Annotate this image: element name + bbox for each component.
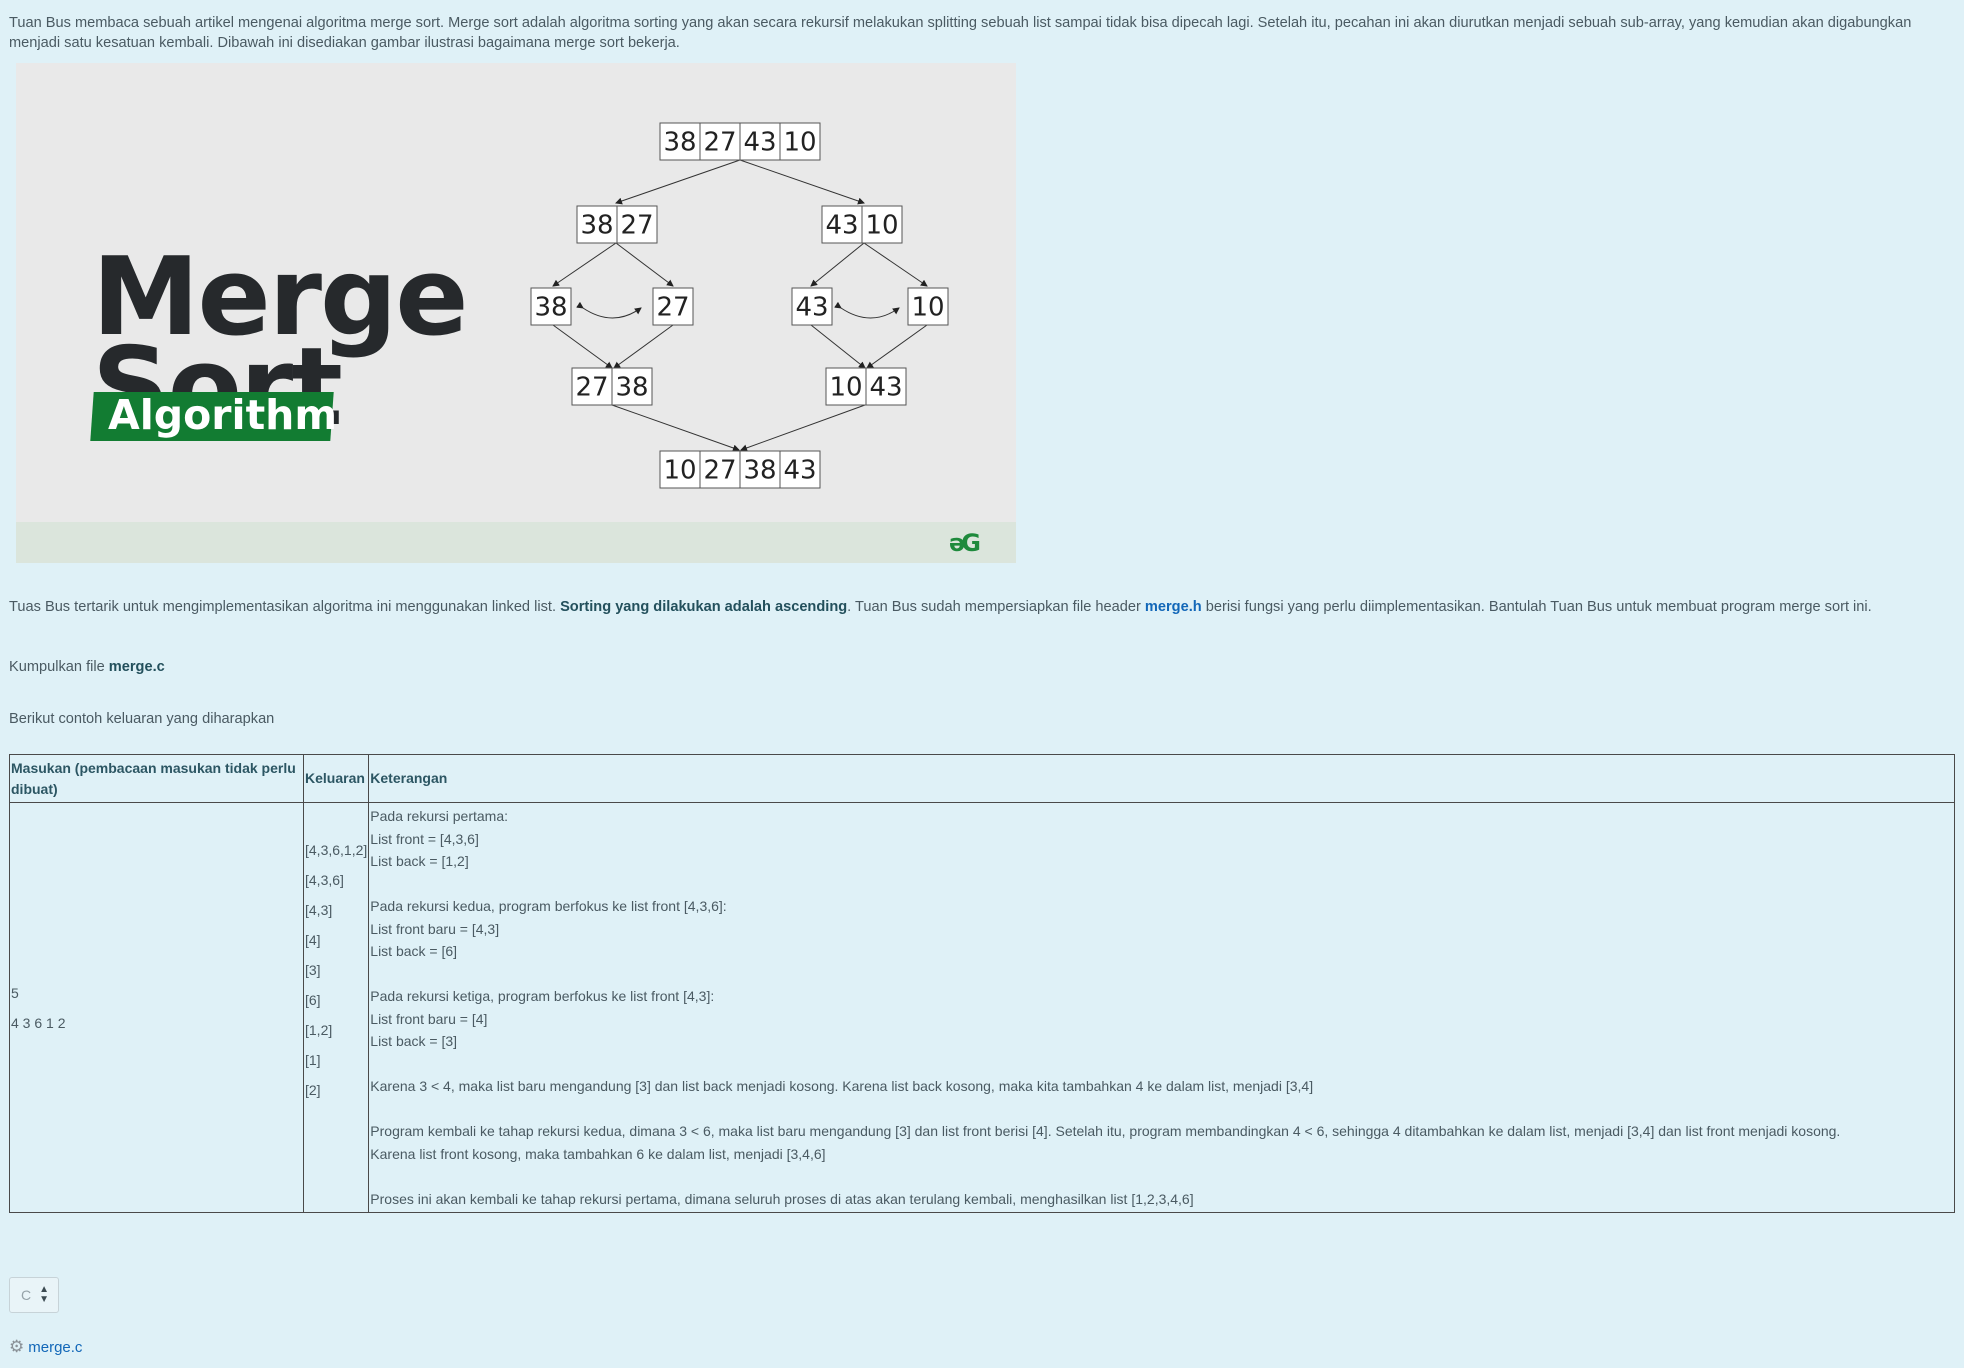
tree-edge [740, 404, 866, 452]
keterangan-line: List front = [4,3,6] [370, 830, 479, 847]
output-line: [4,3,6,1,2] [305, 842, 368, 858]
level2-cell-value: 43 [795, 293, 828, 323]
merge-sort-illustration: Merge Sort Algorithm 38 27 43 10 38 27 43 10 38 2… [16, 63, 1016, 563]
input-cell: 5 4 3 6 1 2 [9, 802, 304, 1213]
keterangan-line: List back = [1,2] [370, 853, 469, 869]
submit-file-name: merge.c [108, 659, 165, 675]
keterangan-line [370, 873, 1953, 896]
level4-cell-value: 10 [663, 456, 696, 486]
tree-edge [615, 159, 741, 205]
keterangan-line: Pada rekursi ketiga, program berfokus ke… [370, 988, 715, 1004]
select-arrows-icon: ▲ ▼ [39, 1284, 49, 1305]
submit-prefix: Kumpulkan file [9, 659, 109, 675]
level0-cell-value: 10 [783, 128, 816, 158]
level0-cell-value: 38 [663, 128, 696, 158]
level1-right-cell-value: 10 [865, 211, 898, 241]
description-text-1: Tuas Bus tertarik untuk mengimplementasi… [9, 599, 561, 615]
tree-edge [810, 242, 865, 287]
tree-edge [863, 242, 928, 287]
output-cell: [4,3,6,1,2] [4,3,6] [4,3] [4] [3] [6] [1… [302, 802, 370, 1213]
output-line: [4,3,6] [305, 872, 344, 888]
output-line: [6] [305, 992, 321, 1008]
input-line: 4 3 6 1 2 [11, 1014, 66, 1031]
header-keterangan: Keterangan [368, 754, 1955, 803]
tree-edge [552, 242, 617, 287]
keterangan-line: List front baru = [4] [370, 1010, 488, 1027]
level2-cell-value: 10 [911, 293, 944, 323]
level4-cell-value: 27 [703, 456, 736, 486]
keterangan-line: Pada rekursi pertama: [370, 808, 509, 824]
intro-paragraph: Tuan Bus membaca sebuah artikel mengenai… [9, 15, 1912, 51]
keterangan-line [370, 1053, 1953, 1076]
tree-edge [739, 159, 865, 205]
level4-cell-value: 38 [743, 456, 776, 486]
output-line: [4] [305, 932, 321, 948]
level3-left-cell-value: 38 [615, 373, 648, 403]
keterangan-line: Karena list front kosong, maka tambahkan… [370, 1145, 826, 1162]
keterangan-line: List back = [3] [370, 1033, 458, 1049]
level2-cell-value: 38 [534, 293, 567, 323]
level1-left-cell-value: 27 [620, 211, 653, 241]
tree-edge [810, 324, 866, 369]
merge-sort-tree-diagram: 38 27 43 1038 27 43 1038 27 43 1027 38 10 4310 27 38 43 [530, 122, 949, 489]
input-line: 5 [11, 984, 19, 1001]
header-masukan: Masukan (pembacaan masukan tidak perlu d… [9, 754, 304, 803]
merge-h-link[interactable]: merge.h [1145, 599, 1202, 615]
illustration-footer [16, 522, 1016, 563]
level3-left-cell-value: 27 [575, 373, 608, 403]
keterangan-line: List front baru = [4,3] [370, 920, 500, 937]
keterangan-cell: Pada rekursi pertama: List front = [4,3,… [368, 802, 1955, 1213]
description-text-2: . Tuan Bus sudah mempersiapkan file head… [847, 599, 1145, 615]
level1-right-cell-value: 43 [825, 211, 858, 241]
output-line: [2] [305, 1082, 321, 1098]
attachment-row: ⚙ merge.c [9, 1337, 82, 1357]
level2-cell-value: 27 [656, 293, 689, 323]
level4-cell-value: 43 [783, 456, 816, 486]
keterangan-line: List back = [6] [370, 943, 458, 959]
tree-edge [552, 324, 613, 369]
tree-edge [615, 242, 674, 287]
description-text-3: berisi fungsi yang perlu diimplementasik… [1201, 599, 1872, 615]
tree-edge [613, 324, 674, 369]
level0-cell-value: 43 [743, 128, 776, 158]
output-line: [1] [305, 1052, 321, 1068]
table-header-row: Masukan (pembacaan masukan tidak perlu d… [9, 754, 1955, 803]
level1-left-cell-value: 38 [580, 211, 613, 241]
gear-icon: ⚙ [9, 1337, 25, 1356]
keterangan-line: Karena 3 < 4, maka list baru mengandung … [370, 1078, 1314, 1094]
table-row: 5 4 3 6 1 2 [4,3,6,1,2] [4,3,6] [4,3] [4… [9, 802, 1955, 1213]
keterangan-line [370, 963, 1953, 986]
tree-edge [866, 324, 928, 369]
tree-edge [611, 404, 740, 452]
keterangan-line: Program kembali ke tahap rekursi kedua, … [370, 1123, 1841, 1139]
description-paragraph: Tuas Bus tertarik untuk mengimplementasi… [9, 597, 1872, 617]
example-intro: Berikut contoh keluaran yang diharapkan [9, 711, 275, 727]
example-io-table: Masukan (pembacaan masukan tidak perlu d… [9, 754, 1955, 1213]
keterangan-line: Pada rekursi kedua, program berfokus ke … [370, 898, 727, 914]
geeksforgeeks-logo: əG [949, 529, 981, 557]
output-line: [1,2] [305, 1022, 333, 1038]
level3-right-cell-value: 43 [869, 373, 902, 403]
keterangan-line [370, 1165, 1953, 1188]
merge-c-attachment-link[interactable]: merge.c [28, 1339, 82, 1356]
level0-cell-value: 27 [703, 128, 736, 158]
output-line: [4,3] [305, 902, 333, 918]
description-bold: Sorting yang dilakukan adalah ascending [560, 599, 848, 615]
submit-paragraph: Kumpulkan file merge.c [9, 657, 165, 677]
output-line: [3] [305, 962, 321, 978]
keterangan-line [370, 1098, 1953, 1121]
level3-right-cell-value: 10 [829, 373, 862, 403]
header-keluaran: Keluaran [302, 754, 370, 803]
language-select-value: C [21, 1287, 32, 1303]
swap-arrow-right [834, 301, 900, 319]
keterangan-line: Proses ini akan kembali ke tahap rekursi… [370, 1190, 1194, 1207]
language-select[interactable]: C ▲ ▼ [9, 1277, 59, 1313]
swap-arrow-left [576, 301, 642, 319]
